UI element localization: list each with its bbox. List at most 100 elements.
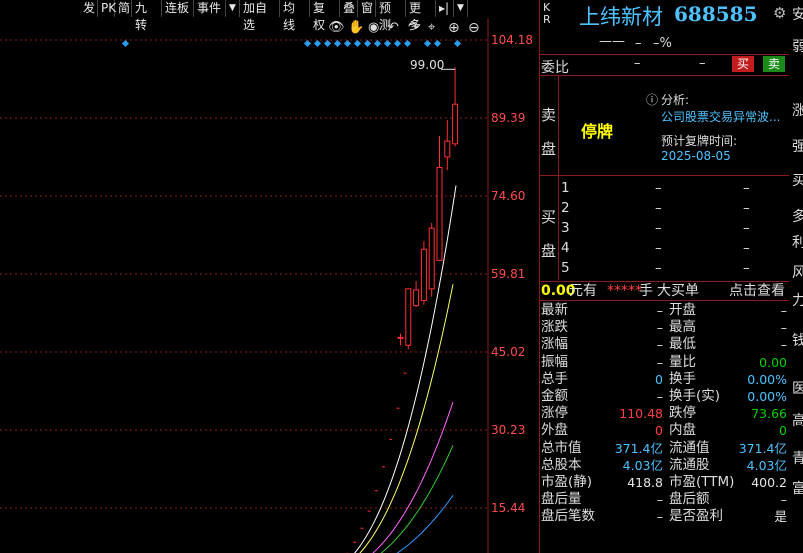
toolbar-item-11[interactable]: 预测 (376, 0, 406, 32)
toolbar-item-0[interactable]: 发 (80, 0, 98, 17)
stat-value: 0.00% (747, 389, 787, 404)
event-marker-icon (333, 39, 342, 48)
toolbar-dropdown-icon[interactable]: ▼ (226, 0, 240, 17)
price-tick-label: 89.39 (491, 111, 526, 125)
stat-label: 最低 (669, 336, 696, 353)
candle-body (420, 248, 427, 301)
undo-icon[interactable]: ↶ (388, 20, 399, 35)
stat-row: 外盘 0 内盘 0 (541, 422, 789, 439)
big-order-shou: 手 (639, 283, 653, 299)
toolbar-item-3[interactable]: 九转 (132, 0, 162, 32)
toolbar-item-2[interactable]: 简 (115, 0, 132, 17)
gear-icon[interactable]: ⚙ (773, 4, 786, 22)
event-marker-icon (363, 39, 372, 48)
info-icon: ⓘ (646, 93, 659, 107)
analysis-label: 分析: (661, 93, 690, 107)
buy-level-row[interactable]: 2 – – (561, 200, 789, 217)
stat-row: 振幅 – 量比 0.00 (541, 354, 789, 371)
edge-glyph: 利 (792, 235, 803, 251)
stat-row: 涨停 110.48 跌停 73.66 (541, 405, 789, 422)
kline-chart[interactable] (0, 18, 538, 553)
price-change-pct: –% (653, 36, 672, 51)
edge-glyph: 高 (792, 413, 803, 429)
redo-icon[interactable]: ↷ (408, 20, 419, 35)
stat-label: 流通值 (669, 439, 710, 456)
eye-icon[interactable]: 👁 (328, 20, 345, 35)
weiqian-value: – (699, 56, 706, 71)
buy-level-price: – (655, 260, 662, 276)
toolbar-item-9[interactable]: 叠 (340, 0, 358, 17)
edge-glyph: 买 (792, 173, 803, 189)
stat-label: 开盘 (669, 302, 696, 318)
buy-level-row[interactable]: 1 – – (561, 180, 789, 197)
event-marker-icon (403, 39, 412, 48)
suspended-status: 停牌 (581, 122, 614, 141)
sell-button[interactable]: 卖 (763, 56, 785, 72)
stat-value: 371.4亿 (738, 440, 787, 456)
buy-level-volume: – (743, 220, 750, 236)
buy-level-price: – (655, 180, 662, 196)
play-icon[interactable]: ◉ (368, 20, 379, 35)
stat-value: – (656, 354, 663, 370)
zoom-out-icon[interactable]: ⊖ (468, 20, 480, 36)
zoom-in-icon[interactable]: ⊕ (448, 20, 460, 36)
toolbar-item-4[interactable]: 连板 (162, 0, 194, 17)
buy-level-volume: – (743, 180, 750, 196)
toolbar-item-5[interactable]: 事件 (194, 0, 226, 17)
stat-value: – (656, 389, 663, 404)
stat-value: 0 (655, 423, 663, 439)
stat-label: 是否盈利 (669, 508, 723, 525)
buy-button[interactable]: 买 (732, 56, 754, 72)
buy-level-row[interactable]: 4 – – (561, 240, 789, 257)
edge-glyph: 青 (792, 451, 803, 467)
stat-value: 400.2 (751, 475, 787, 490)
candle-body (405, 288, 412, 346)
event-marker-icon (383, 39, 392, 48)
stat-label: 涨停 (541, 405, 568, 422)
event-marker-icon (453, 39, 462, 48)
toolbar-item-8[interactable]: 复权 (310, 0, 340, 32)
big-order-row: 0.00 元有 ***** 手 大买单 点击查看 (541, 282, 789, 300)
stat-value: – (780, 320, 787, 336)
event-marker-icon (423, 39, 432, 48)
toolbar-more-dropdown-icon[interactable]: ▼ (454, 0, 468, 17)
edge-glyph: 医 (792, 381, 803, 397)
big-order-unit: 元有 (569, 283, 597, 299)
stat-label: 内盘 (669, 422, 696, 439)
stat-value: 0 (655, 371, 663, 387)
stat-row: 涨幅 – 最低 – (541, 336, 789, 353)
buy-level-row[interactable]: 3 – – (561, 220, 789, 237)
stat-row: 盘后笔数 – 是否盈利 是 (541, 508, 789, 525)
stat-label: 盘后额 (669, 491, 710, 508)
pin-icon[interactable]: ⌖ (428, 20, 435, 35)
buy-level-row[interactable]: 5 – – (561, 260, 789, 277)
analysis-text[interactable]: 公司股票交易异常波... (661, 108, 780, 125)
stat-label: 盘后笔数 (541, 508, 595, 525)
buy-level-price: – (655, 240, 662, 256)
hand-icon[interactable]: ✋ (348, 20, 364, 35)
toolbar-overflow-icon[interactable]: ▸| (436, 0, 454, 17)
buy-level-price: – (655, 200, 662, 216)
candle-body (452, 103, 459, 145)
weibi-value: – (634, 56, 641, 71)
stat-label: 量比 (669, 353, 696, 370)
toolbar-item-6[interactable]: 加自选 (240, 0, 280, 32)
stat-row: 总股本 4.03亿 流通股 4.03亿 (541, 457, 789, 474)
big-order-link[interactable]: 点击查看 (729, 282, 785, 300)
toolbar-item-7[interactable]: 均线 (280, 0, 310, 32)
stat-row: 总市值 371.4亿 流通值 371.4亿 (541, 440, 789, 457)
candle-body (428, 227, 435, 290)
stat-value: – (780, 303, 787, 318)
stat-value: 110.48 (619, 406, 663, 422)
buy-level-volume: – (743, 260, 750, 276)
toolbar-item-10[interactable]: 窗 (358, 0, 376, 17)
stat-value: 0.00 (759, 354, 787, 370)
stat-label: 换手(实) (669, 388, 721, 404)
price-tick-label: 30.23 (491, 423, 526, 437)
big-order-mask: ***** (607, 283, 642, 299)
stat-row: 金额 – 换手(实) 0.00% (541, 388, 789, 405)
stat-label: 市盈(静) (541, 474, 593, 490)
edge-glyph: 强 (792, 139, 803, 155)
toolbar-item-1[interactable]: PK (98, 0, 116, 17)
toolbar-item-12[interactable]: 更多 (406, 0, 436, 32)
